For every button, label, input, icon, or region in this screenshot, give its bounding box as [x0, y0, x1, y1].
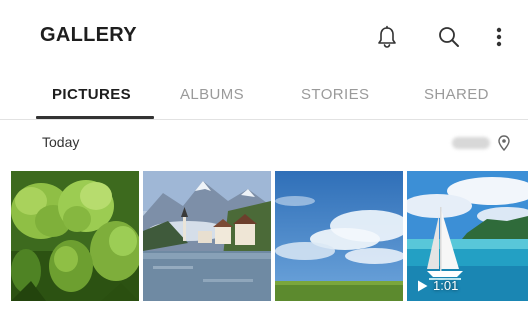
app-bar: GALLERY — [0, 0, 528, 72]
date-label: Today — [42, 134, 80, 150]
map-pin-icon[interactable] — [497, 135, 511, 152]
tab-shared[interactable]: SHARED — [424, 86, 489, 103]
photo-thumbnail-sky[interactable] — [275, 171, 403, 301]
search-icon — [437, 25, 461, 49]
bell-icon — [376, 25, 398, 49]
tab-albums[interactable]: ALBUMS — [180, 86, 244, 103]
date-section-header: Today — [0, 120, 528, 166]
gallery-screen: GALLERY PICTURES ALBUMS STORIES SHARED T… — [0, 0, 528, 329]
video-duration-badge: 1:01 — [417, 278, 458, 293]
location-name-blurred — [452, 137, 490, 149]
tab-pictures[interactable]: PICTURES — [52, 86, 131, 103]
notifications-button[interactable] — [372, 22, 402, 52]
photo-thumbnail-village[interactable] — [143, 171, 271, 301]
photo-thumbnail-hops[interactable] — [11, 171, 139, 301]
search-button[interactable] — [434, 22, 464, 52]
tab-bar: PICTURES ALBUMS STORIES SHARED — [0, 72, 528, 119]
video-duration: 1:01 — [433, 278, 459, 293]
play-icon — [417, 280, 428, 292]
photo-grid: 1:01 — [11, 171, 528, 301]
more-options-button[interactable] — [484, 22, 514, 52]
more-vert-icon — [495, 25, 503, 49]
video-thumbnail-sailboat[interactable]: 1:01 — [407, 171, 528, 301]
app-title: GALLERY — [40, 24, 137, 46]
tab-stories[interactable]: STORIES — [301, 86, 369, 103]
